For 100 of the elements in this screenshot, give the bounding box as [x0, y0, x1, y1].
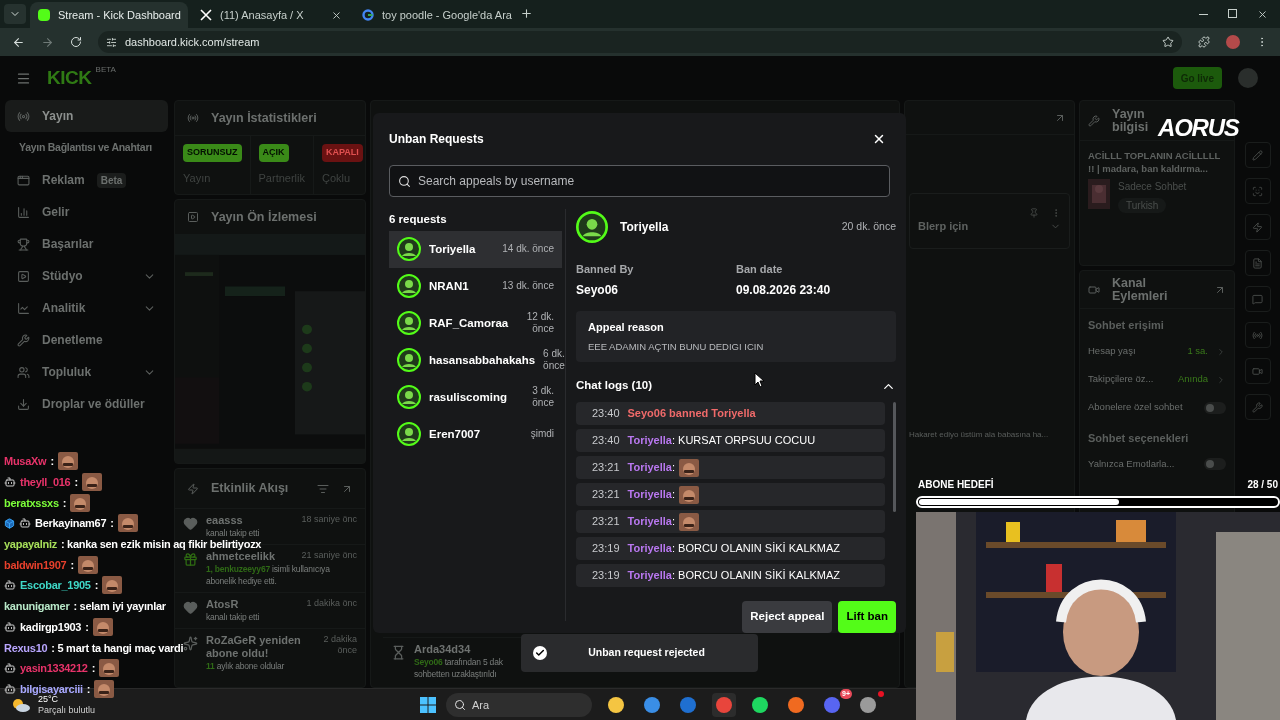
event-text: Seyo06 tarafından 5 dak — [414, 656, 504, 668]
event-title: eaasss — [206, 514, 243, 527]
setting-label: Hesap yaşı — [1088, 344, 1137, 359]
chat-message: : — [94, 579, 99, 592]
request-username: hasansabbahakahs — [429, 352, 536, 368]
request-item[interactable]: Eren7007 şimdi — [389, 415, 562, 453]
chat-username: MusaXw — [4, 455, 47, 468]
users-icon — [17, 365, 30, 379]
line-chart-icon — [17, 301, 30, 315]
pin-icon[interactable] — [1029, 207, 1039, 218]
reload-icon[interactable] — [70, 36, 82, 48]
trophy-icon — [17, 237, 30, 251]
forward-icon[interactable] — [41, 35, 54, 49]
tab-list-button[interactable] — [4, 4, 26, 24]
chat-username: bilgisayarciii — [20, 682, 83, 695]
camera-icon — [1088, 283, 1100, 296]
lightning-icon — [1252, 221, 1263, 233]
field-value: Seyo06 — [576, 282, 620, 300]
stream-title: ACİLLL TOPLANIN ACİLLLLL !! | madara, ban kaldırma... — [1088, 149, 1222, 175]
log-username: Toriyella — [627, 568, 672, 584]
setting-label: Yalnızca Emotlarla... — [1088, 456, 1176, 471]
sidebar-item[interactable]: Reklam Beta — [5, 164, 168, 196]
sidebar-item[interactable]: Denetleme — [5, 324, 168, 356]
beta-badge: Beta — [96, 172, 127, 188]
request-username: Eren7007 — [429, 426, 481, 442]
weather-icon — [12, 697, 30, 712]
chat-username: theyll_016 — [20, 476, 71, 489]
taskbar-search[interactable]: Ara — [446, 692, 592, 717]
sidebar-subitem[interactable]: Yayın Bağlantısı ve Anahtarı — [5, 132, 168, 164]
panel-title: Yayın Ön İzlemesi — [211, 208, 317, 226]
request-item[interactable]: RAF_Camoraa 12 dk. önce — [389, 304, 562, 342]
event-text: kanalı takip etti — [206, 527, 261, 539]
toggle-switch[interactable] — [1204, 401, 1226, 414]
taskbar-app[interactable] — [712, 692, 736, 717]
window-icon — [17, 173, 30, 187]
lift-ban-button[interactable]: Lift ban — [838, 601, 896, 633]
chat-message: : — [70, 558, 74, 571]
browser-tab[interactable]: (11) Anasayfa / X — [192, 2, 350, 28]
rail-button[interactable] — [1244, 286, 1271, 312]
close-icon[interactable] — [1257, 9, 1268, 20]
start-icon[interactable] — [420, 696, 436, 713]
event-text: kanalı takip etti — [206, 611, 261, 623]
chat-message: : — [91, 662, 96, 675]
cursor-icon — [754, 372, 766, 388]
event-text: 11 aylık abone oldular — [206, 660, 286, 672]
url-text: dashboard.kick.com/stream — [125, 34, 260, 50]
request-time: şimdi — [529, 428, 554, 441]
sparkle-icon — [183, 636, 198, 651]
rail-button[interactable] — [1244, 214, 1271, 240]
browser-tab[interactable]: toy poodle - Google'da Ara — [354, 2, 512, 28]
new-tab-icon[interactable] — [520, 7, 533, 20]
weather-text: Parçalı bulutlu — [38, 704, 96, 716]
sidebar-item[interactable]: Gelir — [5, 196, 168, 228]
request-item[interactable]: rasuliscoming 3 dk. önce — [389, 378, 562, 416]
sidebar-item[interactable]: Başarılar — [5, 228, 168, 260]
chat-username: kadirgp1903 — [20, 620, 82, 633]
hourglass-icon — [391, 645, 406, 660]
site-settings-icon — [106, 36, 117, 48]
log-text: : — [671, 460, 676, 476]
heart-icon — [183, 600, 198, 615]
browser-tab[interactable]: Stream - Kick Dashboard — [30, 2, 188, 28]
tab-favicon — [38, 9, 50, 21]
sidebar-item[interactable]: Stüdyo — [5, 260, 168, 292]
chat-logs-header[interactable]: Chat logs (10) — [576, 374, 896, 398]
reject-appeal-button[interactable]: Reject appeal — [742, 601, 833, 633]
chat-username: kanunigamer — [4, 600, 70, 613]
field-label: Banned By — [576, 261, 635, 277]
request-username: RAF_Camoraa — [429, 315, 509, 331]
event-title: RoZaGeR yeniden abone oldu! — [206, 634, 302, 660]
extensions-icon[interactable] — [1198, 36, 1210, 48]
sidebar-item[interactable]: Droplar ve ödüller — [5, 388, 168, 420]
request-item[interactable]: Toriyella 14 dk. önce — [389, 230, 562, 268]
search-field[interactable]: Search appeals by username — [389, 164, 890, 197]
rail-button[interactable] — [1244, 358, 1271, 384]
tab-favicon — [200, 9, 212, 21]
search-icon — [398, 174, 411, 188]
address-bar[interactable]: dashboard.kick.com/stream — [98, 31, 1182, 53]
back-icon[interactable] — [12, 35, 25, 49]
sidebar-item[interactable]: Topluluk — [5, 356, 168, 388]
panel-title: Yayın bilgisi — [1112, 107, 1150, 134]
restore-icon[interactable] — [1228, 9, 1237, 18]
document-icon — [1252, 257, 1263, 269]
menu-icon[interactable] — [16, 70, 31, 86]
request-item[interactable]: NRAN1 13 dk. önce — [389, 267, 562, 305]
profile-avatar[interactable] — [1226, 35, 1240, 49]
log-time: 23:21 — [592, 487, 620, 503]
bookmark-icon[interactable] — [1162, 36, 1174, 48]
avatar-icon — [576, 210, 608, 243]
sidebar-item[interactable]: Yayın — [5, 100, 168, 132]
close-icon[interactable] — [331, 9, 342, 21]
log-time: 23:40 — [592, 433, 620, 449]
chat-username: yapayalniz — [4, 538, 57, 551]
field-value: 09.08.2026 23:40 — [736, 282, 832, 300]
section-title: Sohbet seçenekleri — [1088, 430, 1190, 446]
chat-username: Berkayinam67 — [35, 517, 107, 530]
filter-icon[interactable] — [317, 482, 329, 495]
avatar-icon — [397, 274, 421, 299]
toggle-switch[interactable] — [1204, 458, 1226, 470]
log-time: 23:19 — [592, 541, 620, 557]
sidebar-item[interactable]: Analitik — [5, 292, 168, 324]
